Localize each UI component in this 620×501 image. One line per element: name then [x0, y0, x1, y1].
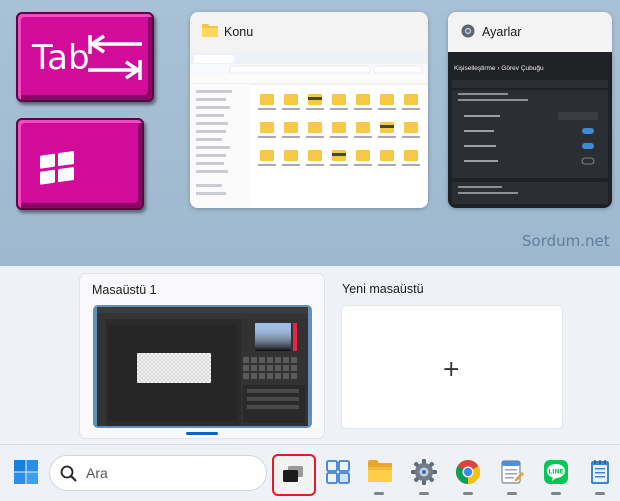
window-card-header: Konu: [190, 12, 428, 52]
windows-key-graphic: [16, 118, 144, 210]
chrome-icon: [455, 460, 481, 484]
running-indicator: [463, 492, 473, 495]
settings-gear-icon: [411, 459, 437, 485]
widgets-button[interactable]: [316, 444, 360, 500]
running-indicator: [374, 492, 384, 495]
running-indicator: [595, 492, 605, 495]
notes-icon: [591, 460, 609, 484]
folder-icon: [202, 24, 218, 37]
running-indicator: [507, 492, 517, 495]
search-icon: [60, 465, 77, 482]
tab-key-label: Tab: [32, 38, 90, 78]
running-indicator: [551, 492, 561, 495]
sordum-watermark: Sordum.net: [522, 232, 610, 250]
tab-key-graphic: Tab: [16, 12, 154, 102]
desktop-1-label: Masaüstü 1: [92, 283, 157, 297]
active-desktop-indicator: [186, 432, 218, 435]
settings-gear-icon: [461, 24, 475, 38]
running-indicator: [419, 492, 429, 495]
svg-text:LINE: LINE: [548, 469, 563, 476]
window-card-ayarlar[interactable]: Ayarlar Kişiselleştirme › Görev Çubuğu: [448, 12, 612, 208]
file-explorer-icon: [368, 460, 392, 482]
windows-start-icon: [14, 460, 38, 484]
widgets-icon: [326, 460, 350, 484]
notepad-icon: [501, 460, 524, 484]
search-placeholder: Ara: [86, 465, 108, 481]
task-view-button[interactable]: [272, 454, 316, 496]
desktop-1-preview[interactable]: [93, 305, 312, 428]
window-title: Konu: [224, 25, 254, 39]
start-button[interactable]: [4, 444, 48, 500]
line-app-icon: LINE: [544, 460, 568, 484]
plus-icon: +: [442, 357, 461, 382]
settings-thumbnail: Kişiselleştirme › Görev Çubuğu: [448, 52, 612, 208]
window-card-konu[interactable]: Konu: [190, 12, 428, 208]
desktop-2-label: Yeni masaüstü: [342, 282, 424, 296]
window-card-header: Ayarlar: [448, 12, 612, 52]
task-view-icon: [283, 466, 303, 482]
explorer-thumbnail: [190, 52, 428, 208]
window-title: Ayarlar: [482, 25, 522, 39]
tab-arrows-icon: [88, 34, 142, 80]
taskbar-search-box[interactable]: Ara: [50, 456, 266, 490]
windows-logo-icon: [40, 151, 74, 185]
